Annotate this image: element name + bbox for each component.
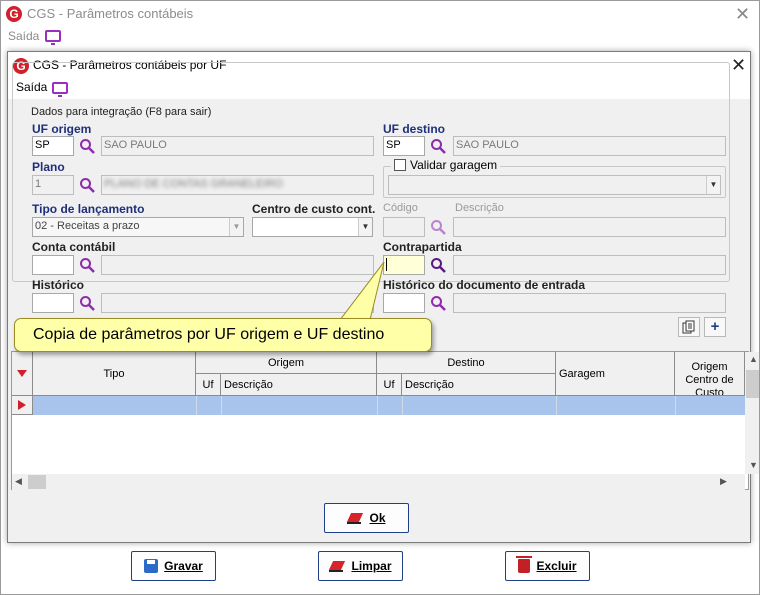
centro-custo-chevron-down-icon[interactable]: ▼ <box>358 218 372 236</box>
sort-down-icon[interactable] <box>17 370 27 378</box>
centro-custo-select[interactable]: ▼ <box>252 217 373 237</box>
col-header-garagem[interactable]: Garagem <box>556 352 675 396</box>
save-icon <box>144 559 159 573</box>
row-indicator[interactable] <box>12 396 33 415</box>
col-header-destino-descricao[interactable]: Descrição <box>402 374 556 396</box>
conta-contabil-input[interactable] <box>32 255 74 275</box>
eraser-icon <box>329 560 345 572</box>
outer-menu-saida[interactable]: Saída <box>8 29 39 43</box>
scroll-thumb[interactable] <box>746 370 760 398</box>
limpar-button[interactable]: Limpar <box>318 551 403 581</box>
col-header-origem-uf[interactable]: Uf <box>196 374 221 396</box>
gravar-button[interactable]: Gravar <box>131 551 216 581</box>
col-header-destino-uf[interactable]: Uf <box>377 374 402 396</box>
copy-parameters-button[interactable] <box>678 317 700 337</box>
tipo-lancamento-chevron-down-icon[interactable]: ▼ <box>229 218 243 236</box>
historico-search-icon[interactable] <box>79 295 95 311</box>
eraser-icon <box>347 512 363 524</box>
uf-origem-label: UF origem <box>32 122 92 136</box>
tipo-lancamento-label: Tipo de lançamento <box>32 202 145 216</box>
group-title: Dados para integração (F8 para sair) <box>28 106 215 118</box>
grid-vertical-scrollbar[interactable]: ▲ ▼ <box>745 352 760 474</box>
col-header-origem-centro-custo[interactable]: Origem Centro de Custo <box>675 352 745 396</box>
historico-label: Histórico <box>32 278 85 292</box>
uf-destino-search-icon[interactable] <box>430 138 446 154</box>
current-row-arrow-icon <box>18 400 26 410</box>
outer-close-icon[interactable]: ✕ <box>735 5 750 23</box>
codigo-input <box>383 217 425 237</box>
historico-doc-label: Histórico do documento de entrada <box>383 278 586 292</box>
contrapartida-description <box>453 255 726 275</box>
tooltip-pointer <box>340 262 385 321</box>
tooltip: Copia de parâmetros por UF origem e UF d… <box>14 318 432 352</box>
conta-contabil-description <box>101 255 374 275</box>
scroll-left-icon[interactable]: ◀ <box>15 476 22 487</box>
grid-horizontal-scrollbar[interactable]: ◀ ▶ <box>12 474 745 490</box>
uf-destino-input[interactable]: SP <box>383 136 425 156</box>
outer-window-title: CGS - Parâmetros contábeis <box>27 6 194 21</box>
scroll-down-icon[interactable]: ▼ <box>749 460 758 470</box>
plano-search-icon[interactable] <box>79 177 95 193</box>
limpar-button-label: Limpar <box>351 559 392 573</box>
scroll-right-icon[interactable]: ▶ <box>720 476 727 487</box>
contrapartida-label: Contrapartida <box>383 240 462 254</box>
plano-input: 1 <box>32 175 74 195</box>
historico-doc-search-icon[interactable] <box>430 295 446 311</box>
historico-description <box>101 293 374 313</box>
add-button[interactable]: + <box>704 317 726 337</box>
validar-garagem-checkbox[interactable] <box>394 159 406 171</box>
garagem-combo: ▼ <box>388 175 721 195</box>
uf-destino-label: UF destino <box>383 122 445 136</box>
excluir-button-label: Excluir <box>536 559 577 573</box>
ok-button[interactable]: Ok <box>324 503 409 533</box>
uf-origem-search-icon[interactable] <box>79 138 95 154</box>
codigo-label: Código <box>383 202 418 214</box>
col-header-origem-descricao[interactable]: Descrição <box>221 374 377 396</box>
validar-garagem-checkbox-row[interactable]: Validar garagem <box>391 158 501 172</box>
historico-doc-description <box>453 293 726 313</box>
centro-custo-label: Centro de custo cont. <box>252 202 376 216</box>
col-header-origem: Origem <box>196 352 377 374</box>
parameters-grid[interactable]: Tipo Origem Uf Descrição Destino Uf Desc… <box>11 351 760 490</box>
tipo-lancamento-value: 02 - Receitas a prazo <box>35 220 140 232</box>
plano-label: Plano <box>32 160 65 174</box>
app-logo-icon: G <box>6 6 22 22</box>
gravar-button-label: Gravar <box>164 559 203 573</box>
copy-icon <box>682 320 695 334</box>
dialog-close-icon[interactable]: ✕ <box>731 56 746 74</box>
scroll-thumb-horizontal[interactable] <box>28 475 46 489</box>
historico-input[interactable] <box>32 293 74 313</box>
uf-origem-input[interactable]: SP <box>32 136 74 156</box>
validar-garagem-label: Validar garagem <box>410 158 498 172</box>
ok-button-label: Ok <box>369 511 386 525</box>
plano-description: PLANO DE CONTAS GRANELEIRO <box>101 175 374 195</box>
plano-description-text: PLANO DE CONTAS GRANELEIRO <box>104 178 283 190</box>
descricao-input <box>453 217 726 237</box>
outer-monitor-icon[interactable] <box>45 30 61 45</box>
garagem-combo-chevron-down-icon: ▼ <box>706 176 720 194</box>
excluir-button[interactable]: Excluir <box>505 551 590 581</box>
tipo-lancamento-select[interactable]: 02 - Receitas a prazo ▼ <box>32 217 244 237</box>
uf-destino-description: SAO PAULO <box>453 136 726 156</box>
table-row[interactable] <box>33 396 745 415</box>
trash-icon <box>516 556 533 573</box>
conta-contabil-label: Conta contábil <box>32 240 116 254</box>
descricao-label: Descrição <box>455 202 504 214</box>
col-header-destino: Destino <box>377 352 556 374</box>
plus-icon: + <box>710 318 720 335</box>
uf-origem-description: SAO PAULO <box>101 136 374 156</box>
contrapartida-search-icon[interactable] <box>430 257 446 273</box>
col-header-tipo[interactable]: Tipo <box>33 352 196 396</box>
scroll-up-icon[interactable]: ▲ <box>749 354 758 364</box>
grid-indicator-header <box>12 352 33 396</box>
conta-contabil-search-icon[interactable] <box>79 257 95 273</box>
codigo-search-icon <box>431 220 446 235</box>
